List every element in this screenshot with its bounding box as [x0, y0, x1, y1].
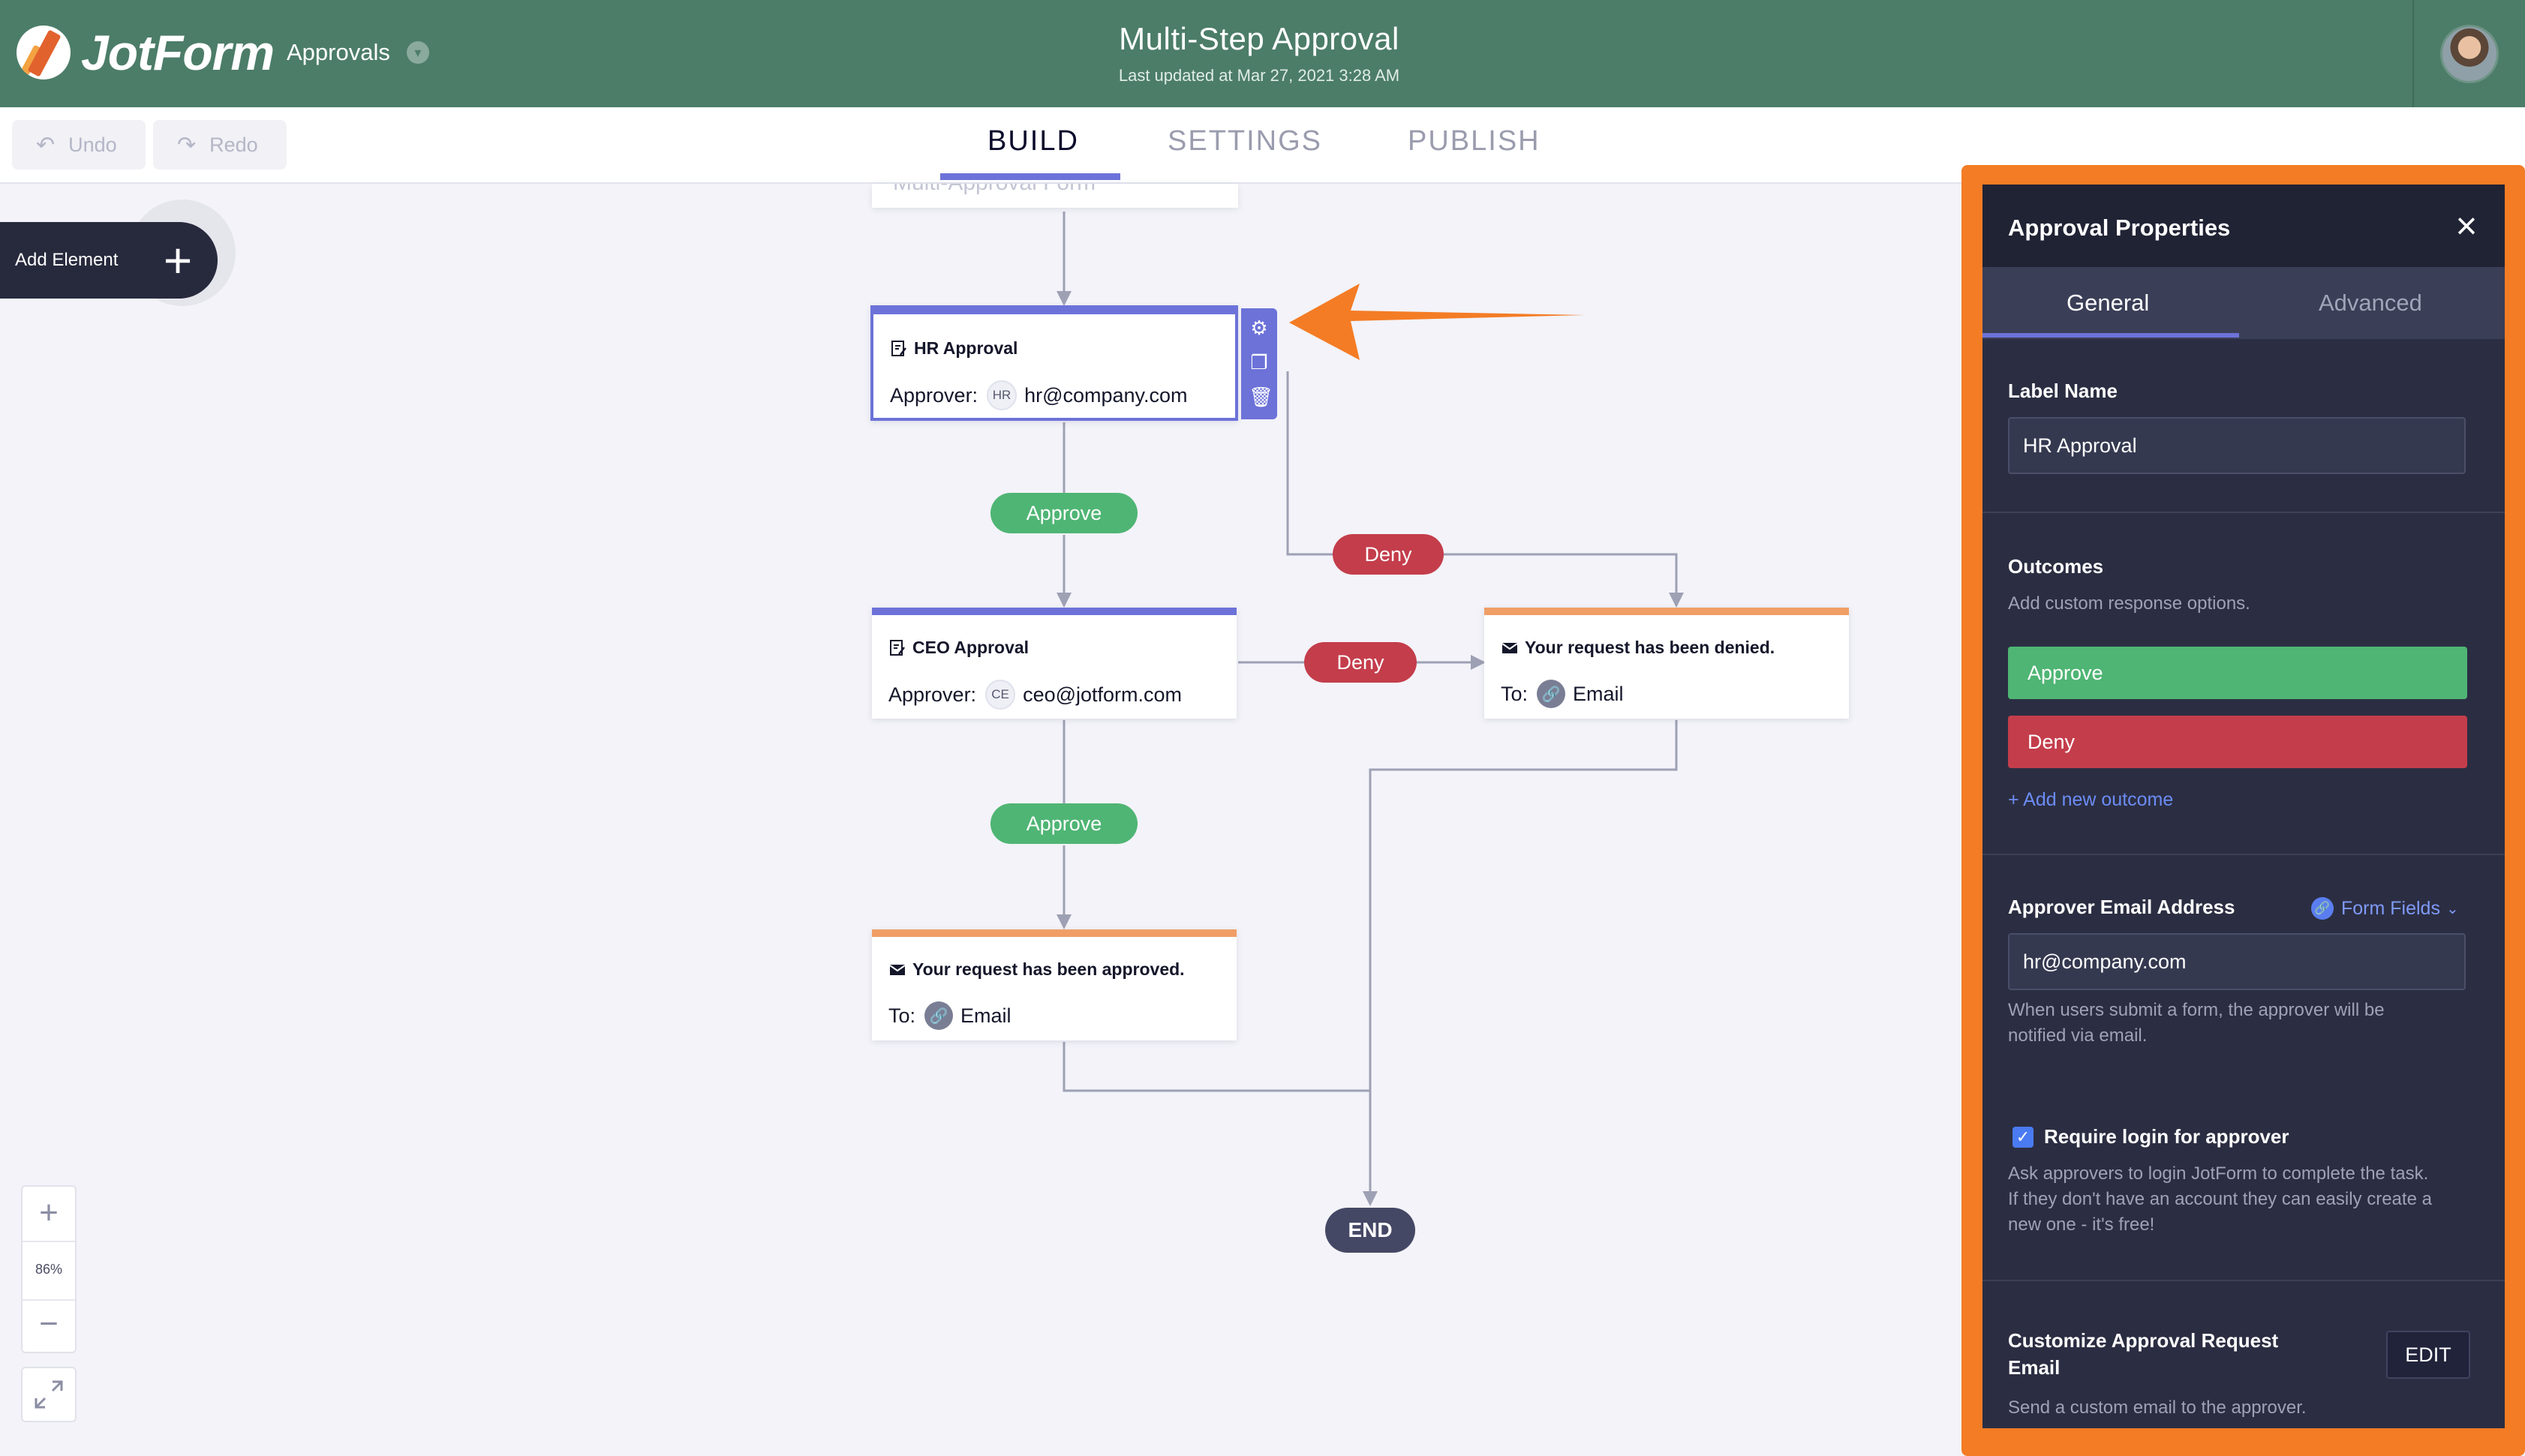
- outcome-pill-deny[interactable]: Deny: [1304, 642, 1417, 683]
- outcome-deny[interactable]: Deny: [2008, 716, 2467, 768]
- orange-pointer-arrow-icon: [1289, 284, 1585, 360]
- require-login-label: Require login for approver: [2044, 1125, 2289, 1148]
- node-title: Your request has been approved.: [912, 959, 1185, 979]
- gear-icon[interactable]: ⚙: [1249, 317, 1270, 338]
- outcome-pill-deny[interactable]: Deny: [1333, 534, 1444, 575]
- zoom-level: 86%: [35, 1262, 63, 1277]
- node-email-denied[interactable]: Your request has been denied. To: 🔗 Emai…: [1484, 608, 1849, 719]
- edit-email-button[interactable]: EDIT: [2386, 1331, 2470, 1379]
- approval-properties-panel: Approval Properties × General Advanced L…: [1982, 185, 2505, 1428]
- end-node[interactable]: END: [1325, 1208, 1415, 1253]
- to-label: To:: [1501, 682, 1529, 705]
- approval-form-icon: [890, 639, 905, 656]
- approver-email-input[interactable]: hr@company.com: [2008, 933, 2466, 990]
- close-icon[interactable]: ×: [2448, 207, 2485, 245]
- to-label: To:: [888, 1004, 916, 1027]
- outcome-approve[interactable]: Approve: [2008, 647, 2467, 699]
- connector-hr-deny: [1286, 371, 1333, 556]
- panel-title: Approval Properties: [2008, 215, 2231, 241]
- link-icon: 🔗: [924, 1001, 954, 1030]
- previous-node-partial[interactable]: Multi-Approval Form: [872, 184, 1238, 208]
- panel-tabs: General Advanced: [1982, 267, 2505, 339]
- customize-email-heading-2: Email: [2008, 1356, 2061, 1379]
- approval-form-icon: [891, 340, 906, 356]
- tab-general[interactable]: General: [2067, 290, 2149, 317]
- zoom-out-icon[interactable]: −: [23, 1305, 75, 1343]
- approver-initials-badge: HR: [987, 380, 1018, 410]
- duplicate-icon[interactable]: ❐: [1249, 352, 1270, 373]
- require-login-help-2: If they don't have an account they can e…: [2008, 1189, 2432, 1209]
- expand-icon: [35, 1380, 63, 1409]
- trash-icon[interactable]: 🗑: [1249, 386, 1273, 407]
- envelope-icon: [1501, 642, 1518, 653]
- approver-initials-badge: CE: [985, 680, 1016, 710]
- connector-deny-denied: [1444, 553, 1684, 608]
- approver-email-help-1: When users submit a form, the approver w…: [2008, 1000, 2385, 1020]
- zoom-in-icon[interactable]: +: [23, 1194, 75, 1232]
- approver-label: Approver:: [890, 383, 978, 407]
- tab-advanced[interactable]: Advanced: [2319, 290, 2422, 317]
- active-panel-tab-indicator: [1982, 333, 2239, 338]
- add-new-outcome-link[interactable]: + Add new outcome: [2008, 789, 2173, 811]
- node-email-approved[interactable]: Your request has been approved. To: 🔗 Em…: [872, 929, 1237, 1040]
- add-element-label: Add Element: [15, 250, 119, 270]
- outcomes-heading: Outcomes: [2008, 555, 2104, 578]
- approver-email: ceo@jotform.com: [1023, 683, 1183, 706]
- approver-email-heading: Approver Email Address: [2008, 896, 2235, 918]
- zoom-controls: + 86% −: [21, 1185, 77, 1353]
- chevron-down-icon: ⌄: [2445, 900, 2459, 917]
- label-name-input[interactable]: HR Approval: [2008, 417, 2466, 474]
- connector-denied-end: [1363, 720, 1678, 1206]
- label-name-heading: Label Name: [2008, 380, 2118, 402]
- outcome-pill-approve[interactable]: Approve: [990, 493, 1138, 533]
- plus-icon[interactable]: +: [140, 222, 216, 299]
- node-title: Your request has been denied.: [1525, 638, 1775, 657]
- approver-label: Approver:: [888, 683, 977, 706]
- recipient-label: Email: [1573, 682, 1624, 705]
- previous-node-title: Multi-Approval Form: [893, 184, 1096, 196]
- node-hr-approval[interactable]: HR Approval Approver: HR hr@company.com: [870, 305, 1238, 421]
- node-ceo-approval[interactable]: CEO Approval Approver: CE ceo@jotform.co…: [872, 608, 1237, 719]
- node-title: CEO Approval: [912, 638, 1030, 657]
- customize-email-description: Send a custom email to the approver.: [2008, 1397, 2307, 1418]
- fit-to-screen-button[interactable]: [21, 1367, 77, 1422]
- form-fields-dropdown[interactable]: 🔗 Form Fields ⌄: [2311, 897, 2459, 920]
- approver-email-help-2: notified via email.: [2008, 1025, 2148, 1046]
- link-icon: 🔗: [1537, 680, 1566, 708]
- customize-email-heading-1: Customize Approval Request: [2008, 1329, 2279, 1352]
- recipient-label: Email: [960, 1004, 1012, 1027]
- connector-approved-end: [1063, 1042, 1370, 1092]
- approver-email: hr@company.com: [1024, 383, 1188, 407]
- link-icon: 🔗: [2311, 897, 2334, 920]
- node-title: HR Approval: [914, 338, 1018, 358]
- require-login-help-1: Ask approvers to login JotForm to comple…: [2008, 1163, 2429, 1184]
- outcome-pill-approve[interactable]: Approve: [990, 803, 1138, 844]
- outcomes-description: Add custom response options.: [2008, 593, 2250, 614]
- envelope-icon: [889, 964, 906, 975]
- require-login-help-3: new one - it's free!: [2008, 1214, 2155, 1235]
- node-action-bar: ⚙ ❐ 🗑: [1241, 308, 1277, 419]
- form-fields-label: Form Fields: [2341, 897, 2440, 919]
- require-login-checkbox[interactable]: ✓: [2012, 1127, 2034, 1148]
